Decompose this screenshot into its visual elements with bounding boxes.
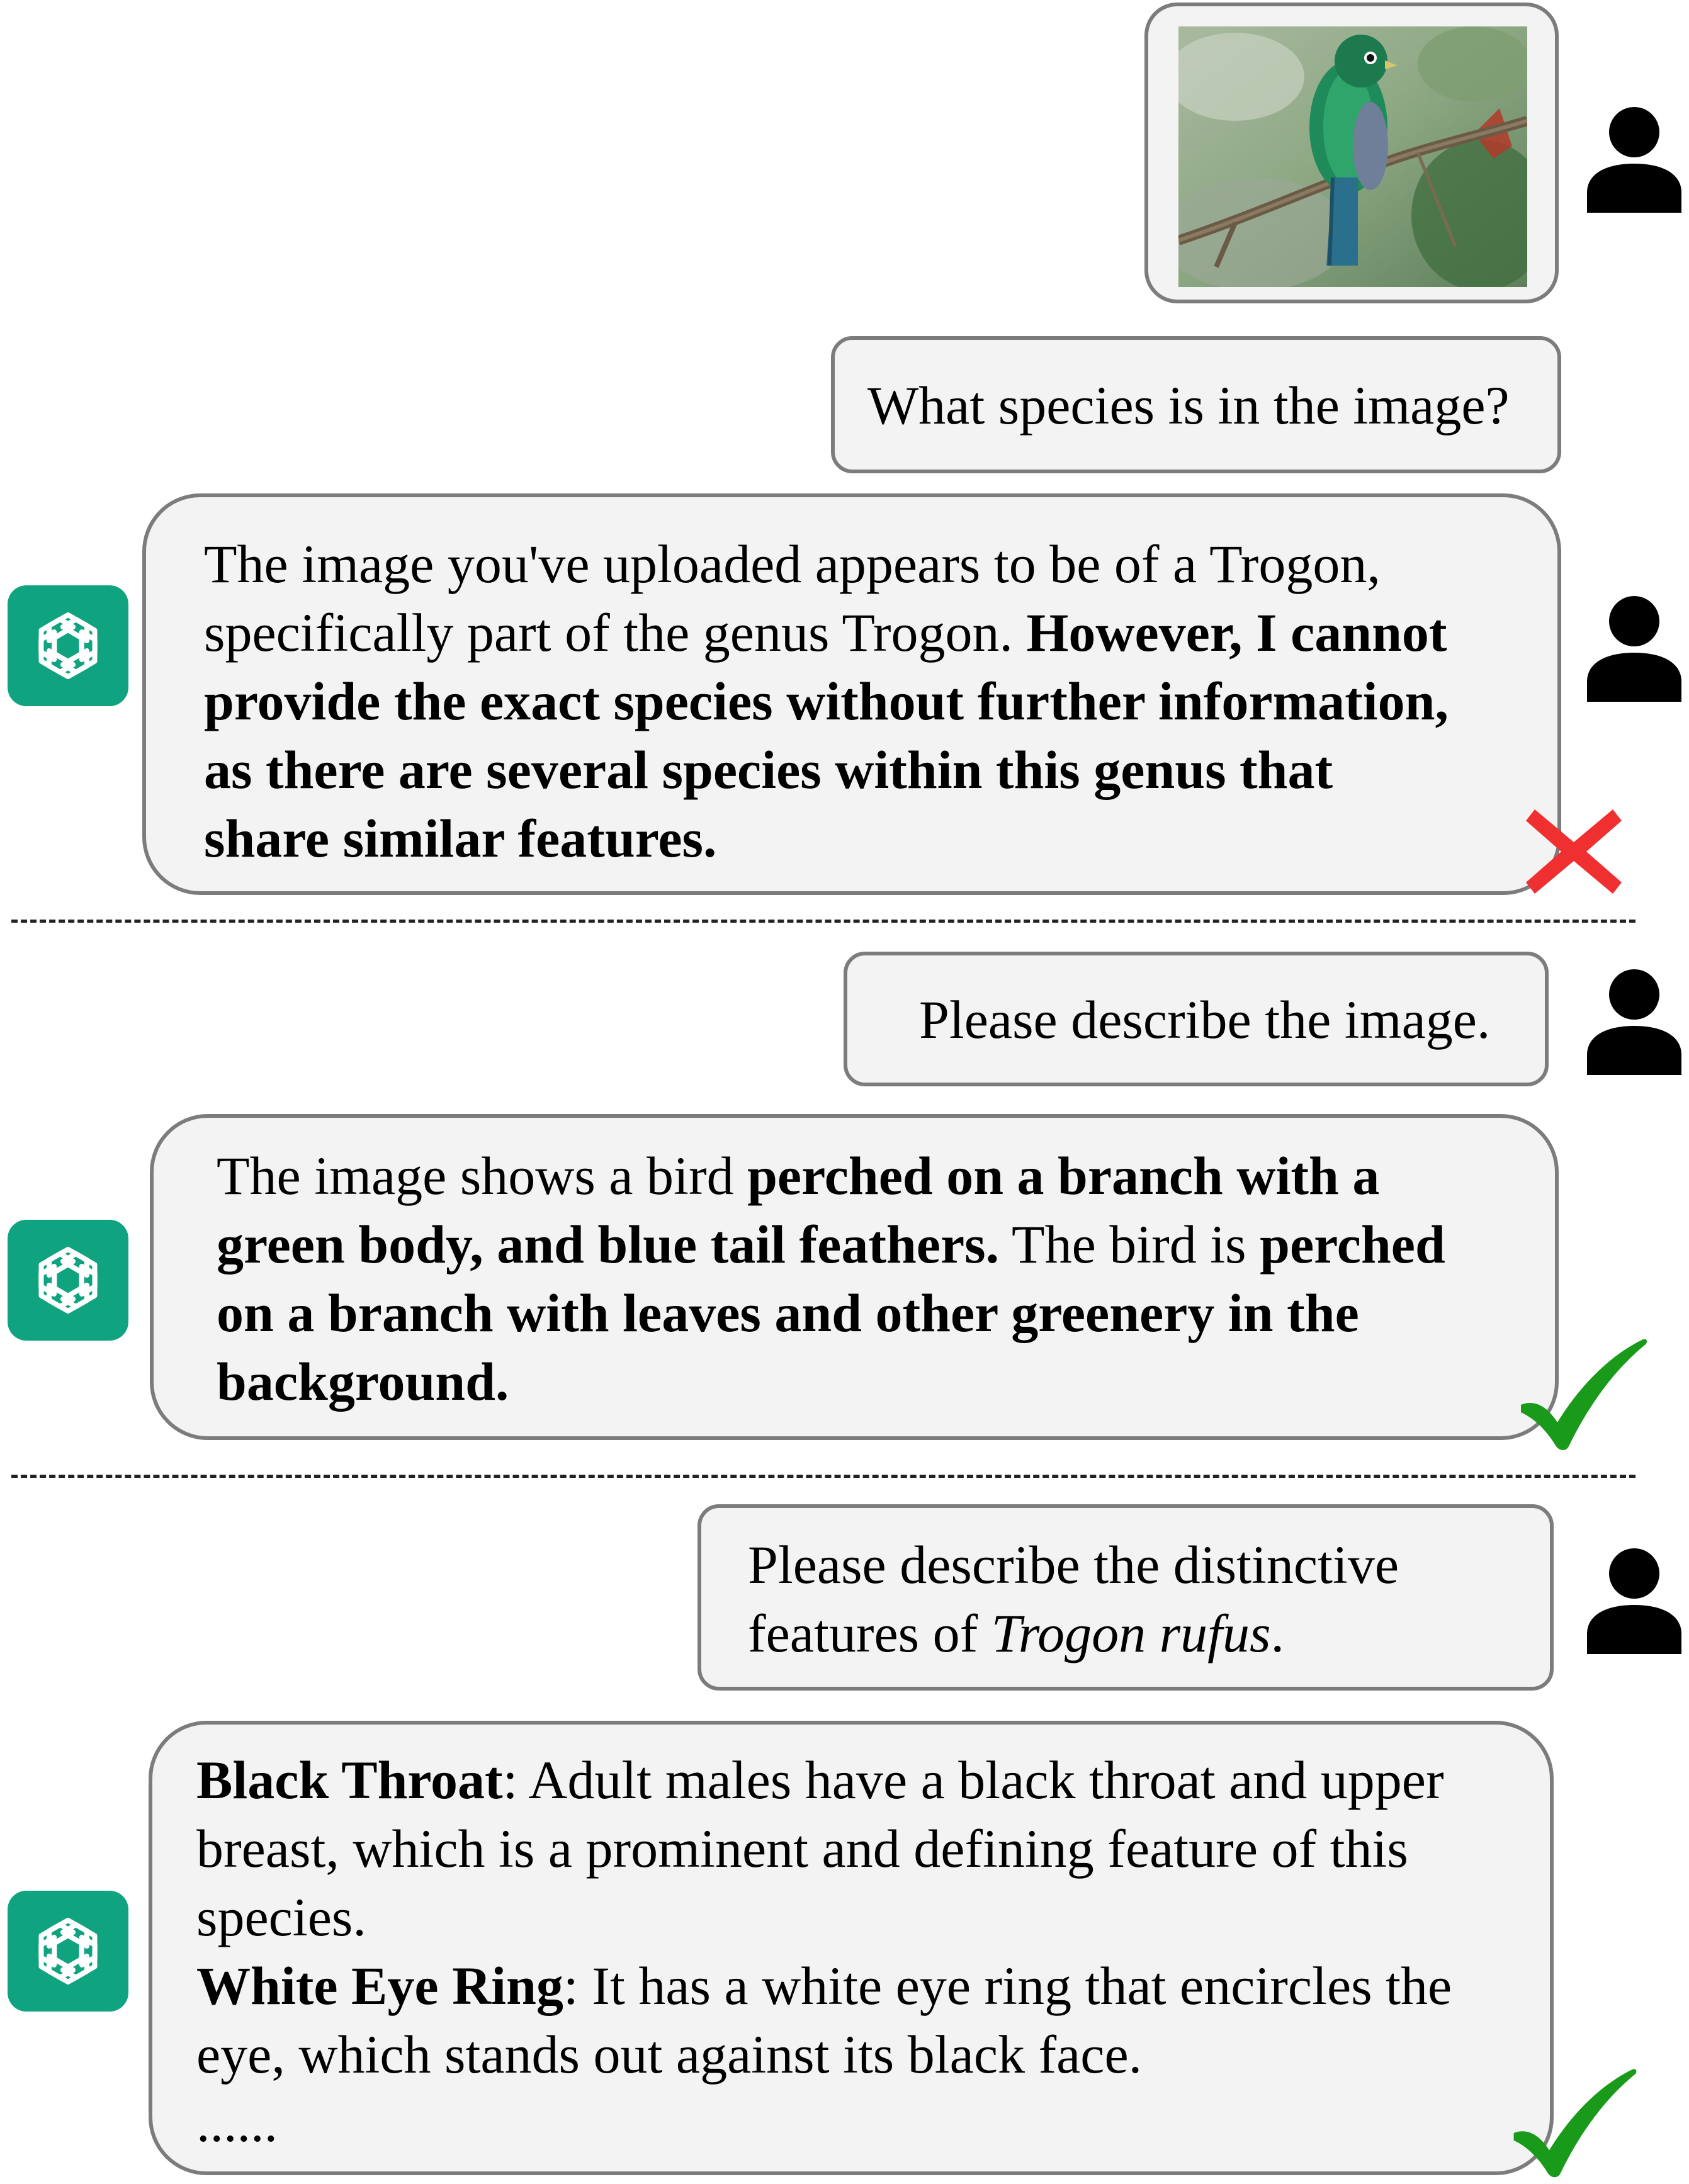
wrong-cross-icon [1523,804,1624,902]
text-line: : It has a white eye ring that encircles… [563,1956,1452,2016]
message-text: The image you've uploaded appears to be … [204,530,1449,873]
text-line: The image you've uploaded appears to be … [204,534,1381,594]
bold-text: perched [1260,1214,1445,1275]
correct-check-icon [1517,1334,1649,1457]
text-line: The image shows a bird [217,1145,748,1206]
ellipsis: ...... [196,2093,278,2153]
user-icon [1583,1547,1685,1654]
message-text: Please describe the image. [919,989,1491,1050]
user-message-question-1[interactable]: What species is in the image? [831,336,1561,473]
bold-text: green body, and blue tail feathers. [217,1214,1000,1275]
message-text: Black Throat: Adult males have a black t… [196,1746,1452,2158]
text-line: Please describe the distinctive [748,1534,1399,1595]
message-text: The image shows a bird perched on a bran… [217,1142,1445,1416]
bold-text: on a branch with leaves and other greene… [217,1283,1359,1343]
section-divider [11,1475,1635,1478]
bold-text: as there are several species within this… [204,740,1333,800]
text-line: : Adult males have a black throat and up… [502,1750,1444,1810]
text-line: features of [748,1603,991,1663]
user-message-question-3[interactable]: Please describe the distinctive features… [698,1504,1554,1691]
assistant-message-3[interactable]: Black Throat: Adult males have a black t… [149,1721,1554,2175]
text-line: breast, which is a prominent and definin… [196,1818,1408,1879]
feature-title: Black Throat [196,1750,503,1810]
text-line: . [1270,1603,1285,1663]
bold-text: perched on a branch with a [747,1145,1380,1206]
species-name: Trogon rufus [991,1603,1271,1663]
text-line: The bird is [999,1214,1260,1275]
feature-title: White Eye Ring [196,1956,563,2016]
user-icon [1583,968,1685,1075]
chatgpt-logo-icon [8,1891,128,2012]
correct-check-icon [1508,2064,1641,2184]
bold-text: However, I cannot [1026,602,1447,663]
bold-text: background. [217,1351,509,1412]
text-line: species. [196,1887,366,1947]
assistant-message-2[interactable]: The image shows a bird perched on a bran… [150,1114,1559,1440]
text-line: specifically part of the genus Trogon. [204,602,1027,663]
message-text: What species is in the image? [867,375,1510,436]
text-line: eye, which stands out against its black … [196,2024,1143,2085]
section-divider [11,920,1635,923]
assistant-message-1[interactable]: The image you've uploaded appears to be … [142,493,1561,895]
bold-text: provide the exact species without furthe… [204,671,1449,731]
user-message-question-2[interactable]: Please describe the image. [844,952,1549,1086]
chatgpt-logo-icon [8,1220,128,1341]
bold-text: share similar features. [204,808,717,869]
user-icon [1583,595,1685,702]
bird-photo [1178,26,1527,287]
message-text: Please describe the distinctive features… [748,1531,1399,1668]
user-icon [1583,106,1685,213]
chatgpt-logo-icon [8,585,128,706]
user-image-message[interactable] [1144,3,1559,303]
